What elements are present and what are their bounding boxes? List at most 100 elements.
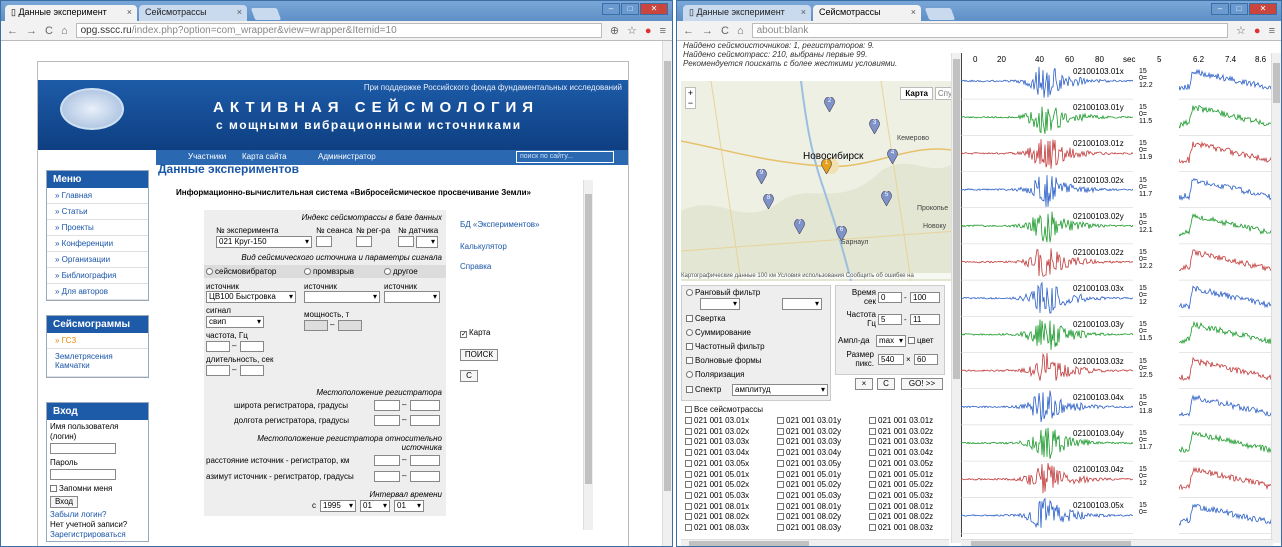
trace-checkbox-item[interactable]: 021 001 08.03z [869,523,933,532]
frame-scrollbar[interactable] [583,180,593,530]
tab-data-experiments[interactable]: ▯ Данные эксперимент × [683,5,811,21]
nav-admin[interactable]: Администратор [318,152,376,161]
link-help[interactable]: Справка [460,262,491,271]
clear-button[interactable]: C [877,378,895,390]
menu-item-articles[interactable]: » Статьи [47,204,148,220]
month-select[interactable]: 01 [360,500,390,512]
plot-scrollbar[interactable] [1271,53,1281,543]
trace-checkbox-item[interactable]: 021 001 03.02x [685,427,749,436]
map-pin-6[interactable]: 6 [836,225,847,242]
az-from[interactable] [374,471,400,482]
trace-checkbox-item[interactable]: 021 001 03.04z [869,448,933,457]
maximize-button[interactable]: □ [621,3,639,15]
reset-button[interactable]: × [855,378,873,390]
waveforms-checkbox[interactable] [686,357,693,364]
close-icon[interactable]: × [801,7,806,17]
clear-button[interactable]: С [460,370,478,382]
time-to-input[interactable]: 100 [910,292,940,303]
trace-checkbox-item[interactable]: 021 001 05.02z [869,480,933,489]
menu-item-organizations[interactable]: » Организации [47,252,148,268]
minimize-button[interactable]: – [1211,3,1229,15]
trace-checkbox-item[interactable]: 021 001 03.05x [685,459,749,468]
freq-from-input[interactable]: 5 [878,314,902,325]
forward-icon[interactable]: → [26,25,37,37]
rank-filter-radio[interactable] [686,289,693,296]
trace-checkbox-item[interactable]: 021 001 03.04y [777,448,841,457]
trace-checkbox-item[interactable]: 021 001 05.01y [777,470,841,479]
trace-checkbox-item[interactable]: 021 001 03.02y [777,427,841,436]
reload-icon[interactable]: C [45,25,53,37]
spectrum-checkbox[interactable] [686,386,693,393]
zoom-icon[interactable]: ⊕ [610,24,619,37]
password-input[interactable] [50,469,116,480]
source-select-3[interactable] [384,291,440,303]
close-icon[interactable]: × [237,7,242,17]
menu-item-kamchatka[interactable]: Землетрясения Камчатки [47,349,148,377]
trace-checkbox-item[interactable]: 021 001 05.01z [869,470,933,479]
close-window-button[interactable]: ✕ [1249,3,1277,15]
plot-hscroll[interactable] [961,539,1273,546]
trace-checkbox-item[interactable]: 021 001 08.03x [685,523,749,532]
map-type-button[interactable]: Карта [900,87,933,100]
trace-checkbox-item[interactable]: 021 001 08.01z [869,502,933,511]
menu-icon[interactable]: ≡ [660,25,666,37]
menu-item-projects[interactable]: » Проекты [47,220,148,236]
map-pin-8[interactable]: 8 [763,193,774,210]
trace-checkbox-item[interactable]: 021 001 08.02z [869,512,933,521]
dist-from[interactable] [374,455,400,466]
menu-icon[interactable]: ≡ [1269,25,1275,37]
freq-from[interactable] [206,341,230,352]
lon-from[interactable] [374,415,400,426]
trace-checkbox-item[interactable]: 021 001 05.03x [685,491,749,500]
reload-icon[interactable]: C [721,25,729,37]
map-pin-9[interactable]: 9 [756,168,767,185]
search-button[interactable]: ПОИСК [460,349,498,361]
duration-from[interactable] [206,365,230,376]
sensor-input[interactable] [398,236,414,247]
trace-checkbox-item[interactable]: 021 001 05.01x [685,470,749,479]
trace-checkbox-item[interactable]: 021 001 03.01x [685,416,749,425]
trace-checkbox-item[interactable]: 021 001 03.01y [777,416,841,425]
source-select-2[interactable] [304,291,380,303]
page-scrollbar[interactable] [662,41,672,546]
menu-item-home[interactable]: » Главная [47,188,148,204]
trace-checkbox-item[interactable]: 021 001 05.02x [685,480,749,489]
new-tab-button[interactable] [924,8,956,20]
adblock-icon[interactable]: ● [1254,25,1261,37]
source-select[interactable]: ЦВ100 Быстровка [206,291,296,303]
trace-checkbox-item[interactable]: 021 001 05.03z [869,491,933,500]
tab-seismotraces[interactable]: Сейсмотрассы × [139,5,247,21]
star-icon[interactable]: ☆ [627,24,637,37]
menu-item-authors[interactable]: » Для авторов [47,284,148,300]
menu-item-bibliography[interactable]: » Библиография [47,268,148,284]
address-bar[interactable]: about:blank [751,23,1229,38]
power-from[interactable] [304,320,328,331]
login-button[interactable]: Вход [50,496,78,508]
radio-vibrator[interactable] [206,268,213,275]
tab-seismotraces[interactable]: Сейсмотрассы × [813,5,921,21]
zoom-control[interactable]: + − [685,87,696,109]
trace-checkbox-item[interactable]: 021 001 08.01y [777,502,841,511]
menu-item-gsz[interactable]: » ГСЗ [47,333,148,349]
trace-checkbox-item[interactable]: 021 001 03.05y [777,459,841,468]
height-input[interactable]: 60 [914,354,938,365]
trace-checkbox-item[interactable]: 021 001 08.01x [685,502,749,511]
link-calculator[interactable]: Калькулятор [460,242,507,251]
sensor-select[interactable] [416,236,438,248]
map-pin-4[interactable]: 4 [887,148,898,165]
register-link[interactable]: Зарегистрироваться [50,530,145,540]
convolution-checkbox[interactable] [686,315,693,322]
map-pin-2[interactable]: 2 [824,96,835,113]
nav-sitemap[interactable]: Карта сайта [242,152,287,161]
spectrum-select[interactable]: амплитуд [732,384,828,396]
freq-filter-checkbox[interactable] [686,343,693,350]
close-window-button[interactable]: ✕ [640,3,668,15]
forgot-link[interactable]: Забыли логин? [50,510,145,520]
left-panel-hscroll[interactable] [681,539,949,546]
back-icon[interactable]: ← [683,25,694,37]
radio-blast[interactable] [304,268,311,275]
map-pin-1[interactable]: 1 [821,158,832,175]
adblock-icon[interactable]: ● [645,25,652,37]
maximize-button[interactable]: □ [1230,3,1248,15]
lat-to[interactable] [410,400,440,411]
